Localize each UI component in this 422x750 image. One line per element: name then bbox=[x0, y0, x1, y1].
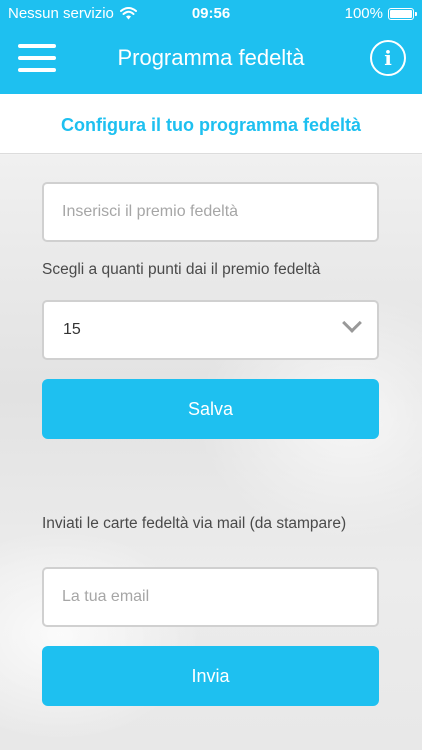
status-bar: Nessun servizio 09:56 100% bbox=[0, 0, 422, 28]
send-button[interactable]: Invia bbox=[42, 646, 379, 706]
email-field[interactable] bbox=[42, 567, 379, 627]
points-select[interactable]: 15 bbox=[42, 300, 379, 360]
chevron-down-icon bbox=[342, 313, 362, 333]
reward-input[interactable] bbox=[44, 184, 377, 240]
points-label: Scegli a quanti punti dai il premio fede… bbox=[42, 261, 321, 278]
email-section-label: Inviati le carte fedeltà via mail (da st… bbox=[42, 515, 347, 532]
reward-field[interactable] bbox=[42, 182, 379, 242]
subheader: Configura il tuo programma fedeltà bbox=[0, 94, 422, 154]
battery-percent: 100% bbox=[344, 5, 383, 22]
page-title: Programma fedeltà bbox=[117, 45, 305, 70]
app-header: Nessun servizio 09:56 100% Programma fed… bbox=[0, 0, 422, 94]
email-input[interactable] bbox=[44, 569, 377, 625]
points-select-value: 15 bbox=[63, 321, 81, 338]
section-title: Configura il tuo programma fedeltà bbox=[60, 115, 362, 135]
status-right: 100% bbox=[344, 5, 417, 22]
save-button[interactable]: Salva bbox=[42, 379, 379, 439]
battery-icon bbox=[388, 7, 417, 20]
info-icon[interactable]: i bbox=[370, 40, 406, 76]
